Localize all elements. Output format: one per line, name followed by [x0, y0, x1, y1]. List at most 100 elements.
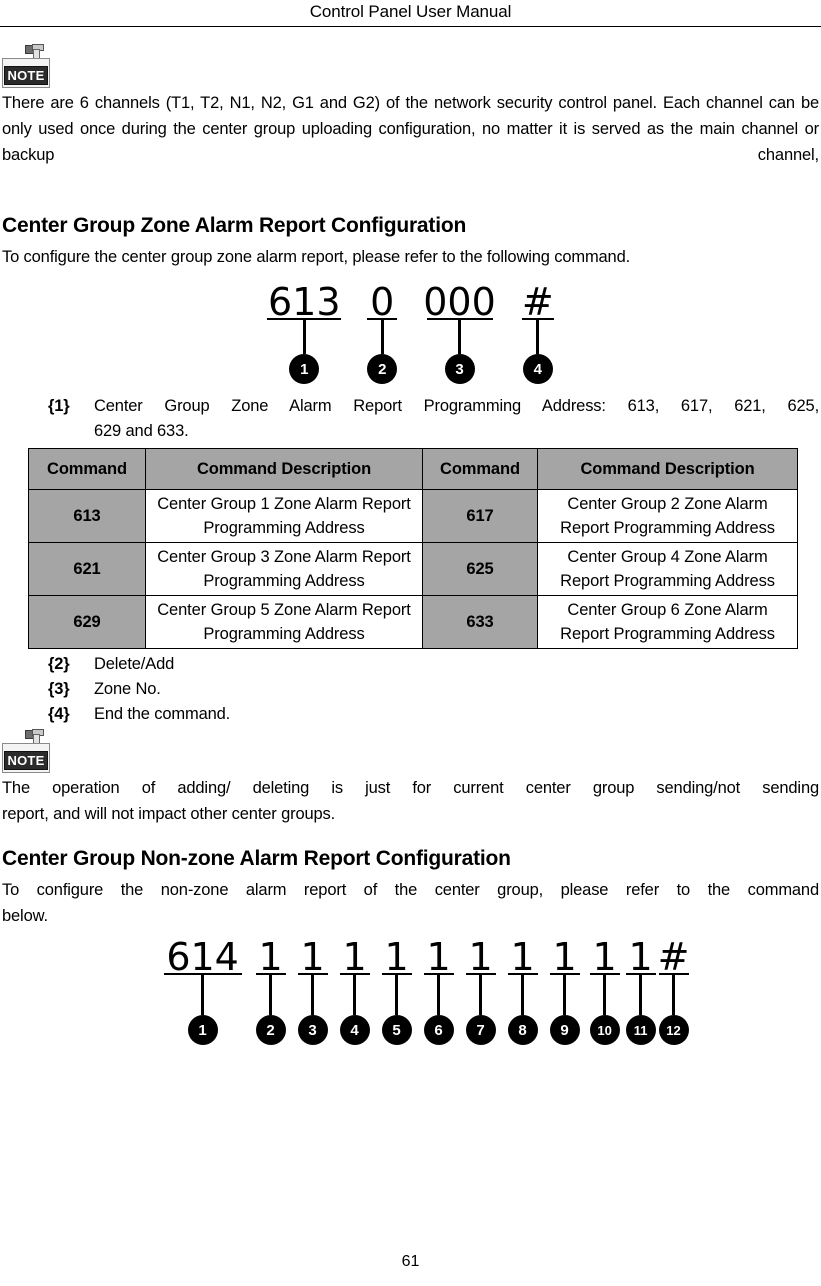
command-token: 613 1 [267, 280, 342, 384]
numbered-item-line: 629 and 633. [94, 422, 189, 440]
callout-badge: 10 [589, 1015, 620, 1045]
section2-intro: To configure the non-zone alarm report o… [2, 877, 819, 929]
command-token: 1 7 [465, 935, 496, 1045]
command-token-stem [603, 975, 606, 1015]
note-tag-label: NOTE [4, 66, 48, 85]
table-header-cell: Command Description [537, 448, 798, 490]
numbered-item-marker: {1} [48, 397, 70, 415]
command-token-stem [311, 975, 314, 1015]
numbered-item-marker: {3} [48, 680, 70, 698]
command-token-stem [380, 320, 384, 354]
callout-badge: 1 [289, 354, 320, 384]
document-page: Control Panel User Manual NOTE There are… [0, 0, 821, 1286]
command-token-glyph: 613 [267, 280, 341, 324]
table-row: 613 Center Group 1 Zone Alarm Report Pro… [28, 489, 798, 543]
table-cell-command: 621 [28, 542, 146, 596]
section2-line: below. [2, 907, 48, 925]
command-token: 0 2 [367, 280, 398, 384]
callout-badge: 3 [297, 1015, 328, 1045]
command-token: 1 11 [625, 935, 656, 1045]
command-token-glyph: # [521, 280, 554, 324]
numbered-item-text: Zone No. [94, 677, 819, 702]
numbered-item-text: Center Group Zone Alarm Report Programmi… [94, 394, 819, 444]
callout-badge: 11 [625, 1015, 656, 1045]
command-token: 1 10 [589, 935, 620, 1045]
callout-badge: 9 [549, 1015, 580, 1045]
command-token-stem [458, 320, 461, 354]
numbered-item-line: End the command. [94, 705, 231, 723]
command-token: # 12 [657, 935, 690, 1045]
command-token-glyph: 1 [258, 935, 283, 979]
table-cell-command: 629 [28, 595, 146, 649]
table-cell-command: 633 [422, 595, 538, 649]
command-token: 000 3 [423, 282, 496, 384]
command-token: # 4 [521, 280, 554, 384]
note-tag-label: NOTE [4, 751, 48, 770]
command-token-glyph: 1 [426, 935, 451, 979]
command-token: 1 9 [549, 937, 580, 1045]
section-heading-zone-alarm: Center Group Zone Alarm Report Configura… [2, 214, 467, 237]
command-token: 1 2 [255, 935, 286, 1045]
command-token-stem [201, 975, 204, 1015]
note2-paragraph: The operation of adding/ deleting is jus… [2, 775, 819, 827]
command-token-glyph: 1 [300, 935, 325, 979]
numbered-item-text: Delete/Add [94, 652, 819, 677]
page-number: 61 [401, 1253, 420, 1270]
command-token-stem [672, 975, 675, 1015]
command-token-stem [479, 975, 482, 1015]
note-icon: NOTE [2, 44, 50, 88]
page-header-title: Control Panel User Manual [309, 2, 512, 21]
callout-badge: 8 [507, 1015, 538, 1045]
callout-badge: 4 [339, 1015, 370, 1045]
table-cell-description: Center Group 4 Zone Alarm Report Program… [537, 542, 798, 596]
callout-badge: 7 [465, 1015, 496, 1045]
callout-badge: 2 [255, 1015, 286, 1045]
note2-line: report, and will not impact other center… [2, 805, 336, 823]
table-cell-description: Center Group 5 Zone Alarm Report Program… [145, 595, 423, 649]
page-content: NOTE There are 6 channels (T1, T2, N1, N… [2, 44, 819, 1045]
callout-badge: 6 [423, 1015, 454, 1045]
numbered-item-marker: {4} [48, 705, 70, 723]
command-token-glyph: # [657, 935, 690, 979]
note2-line: The operation of adding/ deleting is jus… [2, 779, 819, 797]
command-token-stem [395, 975, 398, 1015]
header-divider [0, 26, 821, 27]
numbered-item-marker: {2} [48, 655, 70, 673]
callout-badge: 4 [522, 354, 553, 384]
command-token-stem [536, 320, 540, 354]
callout-badge: 5 [381, 1015, 412, 1045]
command-token-glyph: 1 [592, 935, 617, 979]
command-token-glyph: 1 [510, 935, 535, 979]
callout-badge: 12 [658, 1015, 689, 1045]
command-token: 1 6 [423, 935, 454, 1045]
command-token: 1 5 [381, 937, 412, 1045]
table-header-cell: Command Description [145, 448, 423, 490]
note1-paragraph: There are 6 channels (T1, T2, N1, N2, G1… [2, 94, 819, 164]
command-token-glyph: 0 [370, 280, 395, 324]
command-token-glyph: 1 [628, 935, 653, 979]
table-cell-description: Center Group 3 Zone Alarm Report Program… [145, 542, 423, 596]
table-cell-command: 625 [422, 542, 538, 596]
command-table: Command Command Description Command Comm… [28, 448, 798, 649]
numbered-item-4: {4} End the command. [2, 702, 819, 727]
table-cell-description: Center Group 6 Zone Alarm Report Program… [537, 595, 798, 649]
command-token-stem [563, 975, 566, 1015]
numbered-item-line: Delete/Add [94, 655, 175, 673]
table-header-cell: Command [28, 448, 146, 490]
numbered-item-text: End the command. [94, 702, 819, 727]
note-icon: NOTE [2, 729, 50, 773]
command-token-stem [639, 975, 642, 1015]
table-cell-description: Center Group 1 Zone Alarm Report Program… [145, 489, 423, 543]
callout-badge: 1 [187, 1015, 218, 1045]
command-token-glyph: 614 [166, 935, 239, 979]
numbered-item-3: {3} Zone No. [2, 677, 819, 702]
command-token-stem [521, 975, 524, 1015]
command-token: 1 8 [507, 935, 538, 1045]
command-token-stem [302, 320, 306, 354]
command-token-stem [269, 975, 272, 1015]
table-row: 621 Center Group 3 Zone Alarm Report Pro… [28, 542, 798, 596]
command-token: 1 4 [339, 937, 370, 1045]
command-token-stem [437, 975, 440, 1015]
command-token-glyph: 1 [468, 935, 493, 979]
callout-badge: 3 [444, 354, 475, 384]
